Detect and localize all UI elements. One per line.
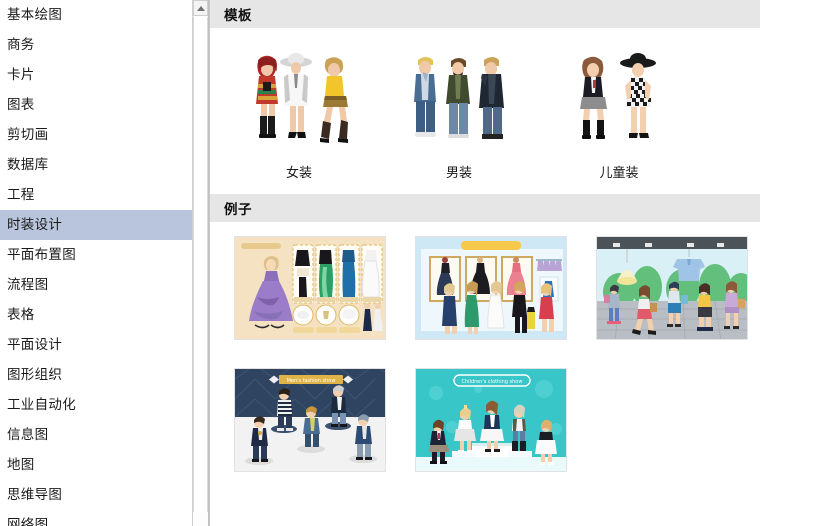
sidebar-item-label: 思维导图 xyxy=(7,487,63,503)
sidebar-item-14[interactable]: 信息图 xyxy=(0,420,192,450)
sidebar-item-9[interactable]: 流程图 xyxy=(0,270,192,300)
sidebar-item-17[interactable]: 网络图 xyxy=(0,510,192,526)
sidebar-item-15[interactable]: 地图 xyxy=(0,450,192,480)
templates-section: 模板 女装 男装 儿童装 xyxy=(210,0,816,181)
sidebar-item-label: 信息图 xyxy=(7,427,49,443)
mens-fashion-thumb[interactable] xyxy=(388,44,530,152)
evening-dress-lookbook-thumb[interactable] xyxy=(234,236,386,340)
templates-section-header: 模板 xyxy=(210,0,760,28)
mens-fashion-show-illustration: Men's fashion show xyxy=(235,369,385,471)
mens-fashion-show-thumb[interactable]: Men's fashion show xyxy=(234,368,386,472)
examples-grid: Men's fashion show Children's clothing s… xyxy=(210,222,790,472)
template-label-childrens: 儿童装 xyxy=(599,166,639,181)
template-gallery-window: 基本绘图 商务 卡片 图表 剪切画 数据库 工程 时装设计 平面布置图 流程图 … xyxy=(0,0,816,526)
childrens-fashion-thumb[interactable] xyxy=(548,44,690,152)
sidebar-item-label: 网络图 xyxy=(7,517,49,526)
sidebar-item-2[interactable]: 卡片 xyxy=(0,60,192,90)
template-label-mens: 男装 xyxy=(445,166,472,181)
examples-section-header: 例子 xyxy=(210,194,760,222)
sidebar-item-label: 流程图 xyxy=(7,277,49,293)
evening-dress-lookbook-illustration xyxy=(235,237,385,339)
womens-fashion-thumb[interactable] xyxy=(228,44,370,152)
childrens-fashion-illustration xyxy=(580,53,656,139)
category-sidebar: 基本绘图 商务 卡片 图表 剪切画 数据库 工程 时装设计 平面布置图 流程图 … xyxy=(0,0,210,526)
fashion-showroom-thumb[interactable] xyxy=(415,236,567,340)
shopping-street-illustration xyxy=(597,237,747,339)
sidebar-item-4[interactable]: 剪切画 xyxy=(0,120,192,150)
sidebar-item-label: 工业自动化 xyxy=(7,397,76,413)
sidebar-item-label: 时装设计 xyxy=(7,217,63,233)
sidebar-item-0[interactable]: 基本绘图 xyxy=(0,0,192,30)
sidebar-item-12[interactable]: 图形组织 xyxy=(0,360,192,390)
sidebar-item-7-selected[interactable]: 时装设计 xyxy=(0,210,192,240)
sidebar-item-13[interactable]: 工业自动化 xyxy=(0,390,192,420)
sidebar-item-label: 图表 xyxy=(7,97,35,113)
mens-fashion-illustration xyxy=(414,57,504,139)
category-list[interactable]: 基本绘图 商务 卡片 图表 剪切画 数据库 工程 时装设计 平面布置图 流程图 … xyxy=(0,0,193,526)
sidebar-item-label: 基本绘图 xyxy=(7,7,63,23)
sidebar-item-label: 剪切画 xyxy=(7,127,49,143)
sidebar-item-label: 工程 xyxy=(7,187,35,203)
templates-header-label: 模板 xyxy=(224,8,252,24)
childrens-clothing-show-illustration: Children's clothing show xyxy=(416,369,566,471)
template-card-womens[interactable]: 女装 xyxy=(228,44,370,181)
template-label-womens: 女装 xyxy=(285,166,312,181)
scroll-up-button[interactable] xyxy=(193,0,208,16)
sidebar-item-3[interactable]: 图表 xyxy=(0,90,192,120)
banner-text: Men's fashion show xyxy=(287,378,336,384)
scrollbar-track[interactable] xyxy=(193,17,208,512)
sidebar-item-label: 表格 xyxy=(7,307,35,323)
sidebar-item-10[interactable]: 表格 xyxy=(0,300,192,330)
sidebar-item-8[interactable]: 平面布置图 xyxy=(0,240,192,270)
sidebar-item-16[interactable]: 思维导图 xyxy=(0,480,192,510)
womens-fashion-illustration xyxy=(256,53,348,143)
template-card-childrens[interactable]: 儿童装 xyxy=(548,44,690,181)
sidebar-item-1[interactable]: 商务 xyxy=(0,30,192,60)
sidebar-scrollbar[interactable] xyxy=(192,0,209,526)
examples-header-label: 例子 xyxy=(224,202,252,218)
childrens-clothing-show-thumb[interactable]: Children's clothing show xyxy=(415,368,567,472)
chevron-up-icon xyxy=(196,5,205,11)
sidebar-item-label: 地图 xyxy=(7,457,35,473)
sidebar-item-label: 图形组织 xyxy=(7,367,63,383)
templates-row: 女装 男装 儿童装 xyxy=(210,28,816,181)
banner-text: Children's clothing show xyxy=(462,379,523,385)
template-card-mens[interactable]: 男装 xyxy=(388,44,530,181)
sidebar-item-label: 卡片 xyxy=(7,67,35,83)
sidebar-item-label: 商务 xyxy=(7,37,35,53)
sidebar-item-label: 平面设计 xyxy=(7,337,63,353)
fashion-showroom-illustration xyxy=(416,237,566,339)
sidebar-item-6[interactable]: 工程 xyxy=(0,180,192,210)
sidebar-item-5[interactable]: 数据库 xyxy=(0,150,192,180)
sidebar-item-11[interactable]: 平面设计 xyxy=(0,330,192,360)
examples-section: 例子 Men's fashion show Children's clothin… xyxy=(210,194,816,472)
gallery-main-panel: 模板 女装 男装 儿童装 例子 Men's fashion show Child… xyxy=(210,0,816,526)
shopping-street-thumb[interactable] xyxy=(596,236,748,340)
sidebar-item-label: 数据库 xyxy=(7,157,49,173)
sidebar-item-label: 平面布置图 xyxy=(7,247,76,263)
